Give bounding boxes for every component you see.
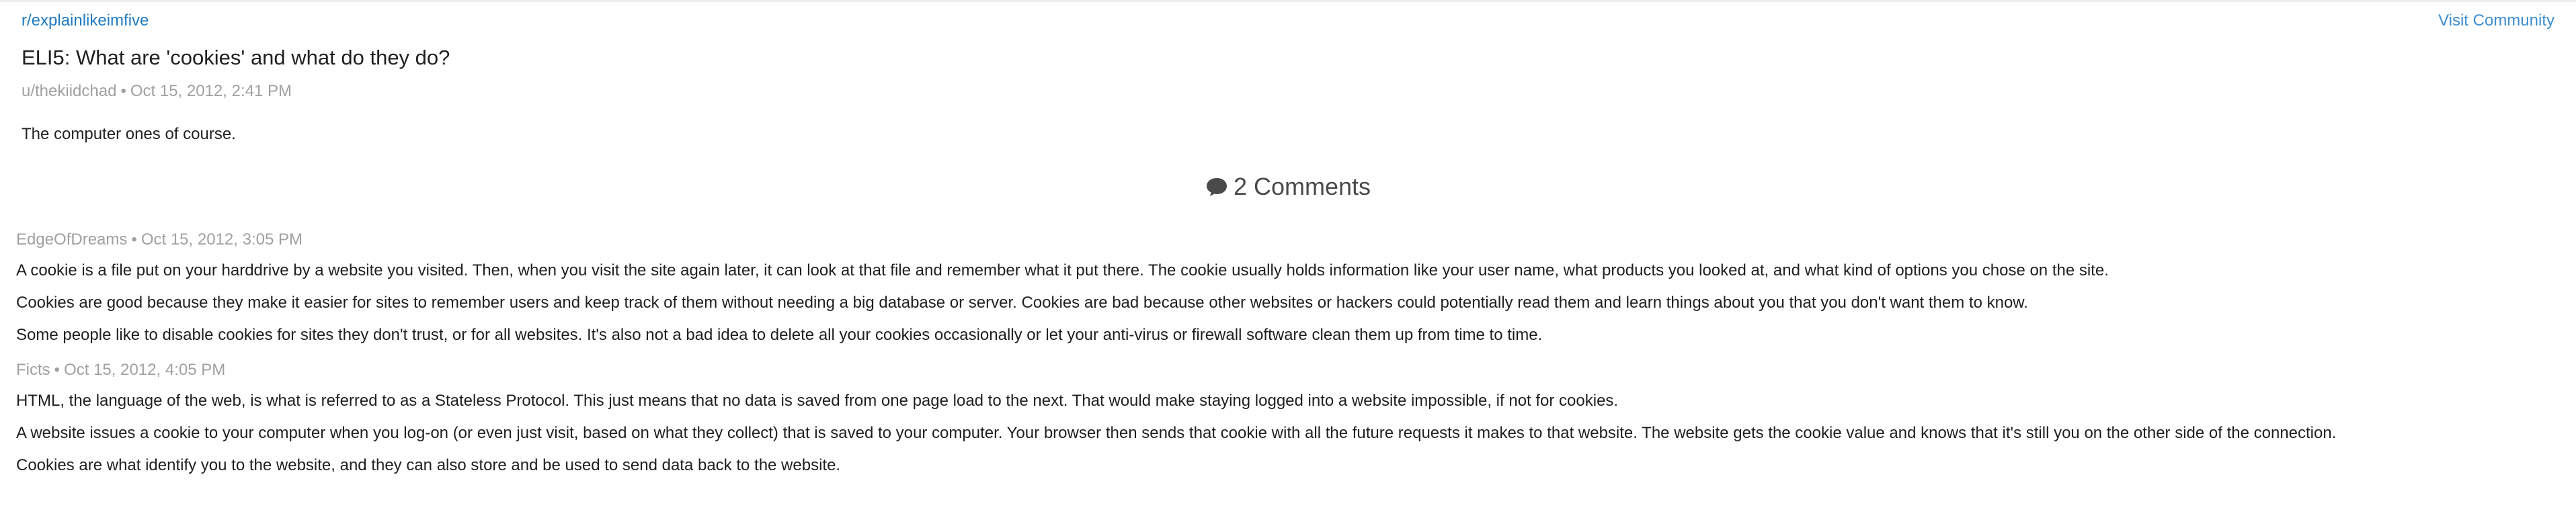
comment-paragraph: Cookies are what identify you to the web… [16,456,841,474]
post-header: r/explainlikeimfive Visit Community [22,9,2554,32]
comment-paragraph: A cookie is a file put on your harddrive… [16,261,2109,279]
post-author[interactable]: u/thekiidchad [22,82,116,100]
post-meta: u/thekiidchad • Oct 15, 2012, 2:41 PM [22,82,2554,101]
comment-timestamp: Oct 15, 2012, 3:05 PM [140,230,303,249]
post-body: The computer ones of course. [22,125,236,143]
visit-community-link[interactable]: Visit Community [2438,11,2554,30]
comment-author[interactable]: EdgeOfDreams [16,230,127,249]
comment-meta: EdgeOfDreams • Oct 15, 2012, 3:05 PM [16,230,2564,249]
comment-paragraph: HTML, the language of the web, is what i… [16,392,1619,410]
comment: Ficts • Oct 15, 2012, 4:05 PM HTML, the la… [16,361,2564,475]
comment-meta: Ficts • Oct 15, 2012, 4:05 PM [16,361,2564,380]
comment-author[interactable]: Ficts [16,361,50,379]
comments-count-label: 2 Comments [1233,173,1371,200]
meta-separator: • [120,82,126,100]
comment-paragraph: A website issues a cookie to your comput… [16,424,2337,442]
comment: EdgeOfDreams • Oct 15, 2012, 3:05 PM A coo… [16,230,2564,345]
meta-separator: • [131,230,137,249]
subreddit-link[interactable]: r/explainlikeimfive [22,11,149,30]
comment-timestamp: Oct 15, 2012, 4:05 PM [64,361,226,379]
comments-header: 2 Comments [0,173,2576,201]
comment-paragraph: Some people like to disable cookies for … [16,326,1543,344]
comment-paragraph: Cookies are good because they make it ea… [16,294,2028,312]
meta-separator: • [54,361,61,379]
post: r/explainlikeimfive Visit Community ELI5… [22,9,2554,144]
comments-list: EdgeOfDreams • Oct 15, 2012, 3:05 PM A coo… [16,230,2564,491]
speech-bubble-icon [1205,175,1228,198]
post-timestamp: Oct 15, 2012, 2:41 PM [130,82,292,100]
post-title: ELI5: What are 'cookies' and what do the… [22,46,450,69]
top-divider [0,0,2576,2]
